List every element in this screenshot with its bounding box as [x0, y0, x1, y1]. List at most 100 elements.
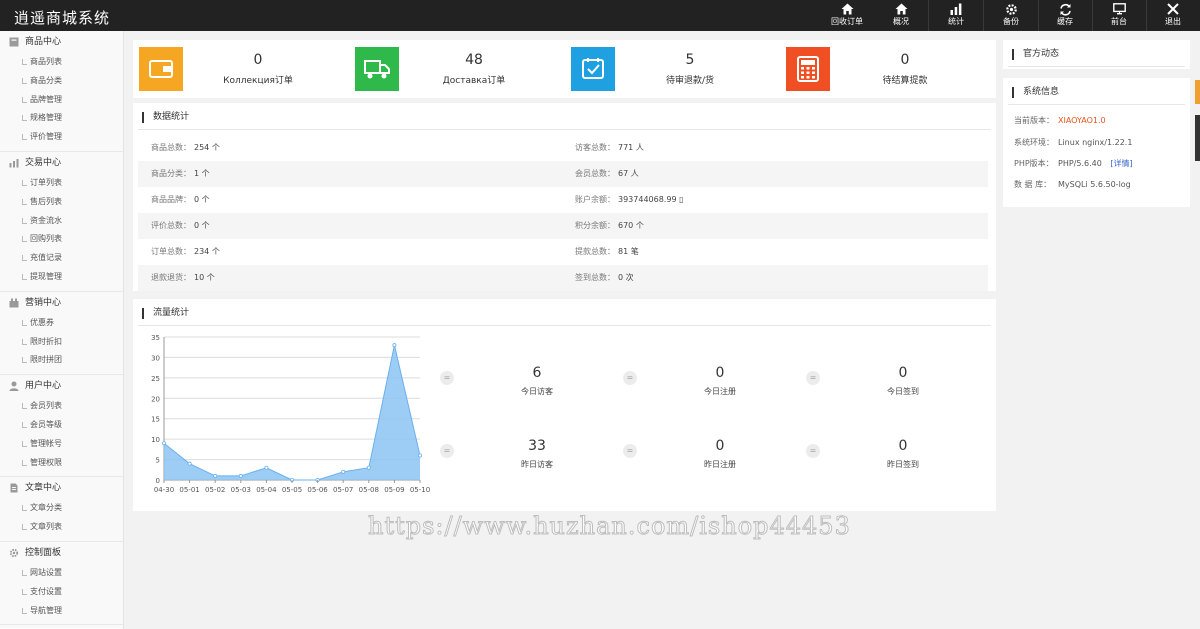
stats-value: 0 次 [618, 273, 634, 282]
data-point [213, 473, 218, 478]
y-tick-label: 0 [156, 477, 160, 485]
stats-value: 254 个 [194, 143, 220, 152]
sidebar-item-group-buy[interactable]: 限时拼团 [0, 351, 123, 370]
traffic-chart: 0 5 10 15 20 25 30 35 04-30 05-01 05-02 05-03 05-04 0… [151, 334, 430, 494]
data-point [392, 343, 397, 348]
kpi-icon-box [786, 47, 830, 91]
info-version: 当前版本： XIAOYAO1.0 [1014, 116, 1106, 125]
watermark: https://www.huzhan.com/ishop44453 [368, 512, 851, 541]
kpi-label: 待审退款/货 [665, 76, 715, 86]
stats-cell: 会员总数： 67 人 [575, 161, 639, 187]
sidebar-item-admin-accounts[interactable]: 管理帐号 [0, 435, 123, 454]
recycle-orders-button[interactable]: 回收订单 [826, 0, 868, 31]
php-details-link[interactable]: [详情] [1110, 159, 1132, 168]
overview-button[interactable]: 概况 [881, 0, 921, 31]
sidebar-item-article-list[interactable]: 文章列表 [0, 518, 123, 537]
x-tick-label: 05-08 [359, 486, 379, 494]
sidebar-item-brand[interactable]: 品牌管理 [0, 91, 123, 110]
sidebar-item-orders[interactable]: 订单列表 [0, 174, 123, 193]
sidebar-item-goods-list[interactable]: 商品列表 [0, 53, 123, 72]
sidebar-item-funds[interactable]: 资金流水 [0, 212, 123, 231]
stats-label: 访客总数： [575, 143, 615, 152]
y-tick-label: 35 [151, 334, 160, 342]
stats-label: 会员总数： [575, 169, 615, 178]
sidebar-item-payment-settings[interactable]: 支付设置 [0, 583, 123, 602]
sidebar-item-members[interactable]: 会员列表 [0, 397, 123, 416]
data-point [417, 453, 422, 458]
backup-button[interactable]: 备份 [991, 0, 1031, 31]
statistics-button[interactable]: 统计 [936, 0, 976, 31]
truck-icon [364, 60, 390, 79]
stats-cell: 签到总数： 0 次 [575, 265, 634, 291]
traffic-card: 流量统计 0 5 10 15 20 25 30 35 04-30 05-01 05-02 05-03 0… [133, 299, 996, 511]
stat-label: 今日签到 [887, 387, 919, 396]
sidebar-item-aftersale[interactable]: 售后列表 [0, 193, 123, 212]
check-box-icon [582, 58, 604, 79]
info-php: PHP版本： PHP/5.6.40 [详情] [1014, 159, 1133, 168]
kpi-icon-box [355, 47, 399, 91]
section-title: 系统信息 [1012, 87, 1059, 98]
sidebar: 商品中心 商品列表 商品分类 品牌管理 规格管理 评价管理 交易中心 订单列表 … [0, 31, 124, 629]
data-point [238, 473, 243, 478]
sidebar-group-header[interactable]: 商品中心 [0, 31, 123, 53]
x-tick-label: 05-04 [256, 486, 277, 494]
sidebar-item-goods-category[interactable]: 商品分类 [0, 72, 123, 91]
x-tick-label: 05-01 [179, 486, 199, 494]
kpi-delivery-orders[interactable]: 48 Доставка订单 [349, 47, 549, 91]
stat-today-registers: = 0 今日注册 [623, 365, 803, 405]
sidebar-group-header[interactable]: 文章中心 [0, 477, 123, 499]
sidebar-item-review[interactable]: 评价管理 [0, 128, 123, 147]
stat-label: 昨日注册 [704, 460, 736, 469]
cache-button[interactable]: 缓存 [1045, 0, 1085, 31]
sidebar-group-header[interactable]: 营销中心 [0, 292, 123, 314]
stats-row: 订单总数： 234 个 提款总数： 81 笔 [138, 239, 988, 265]
stats-label: 商品总数： [151, 143, 191, 152]
side-tab-dark[interactable] [1195, 115, 1200, 161]
app-title: 逍遥商城系统 [14, 9, 111, 27]
kpi-pending-settlement[interactable]: 0 待结算提款 [780, 47, 980, 91]
kpi-pending-refunds[interactable]: 5 待审退款/货 [565, 47, 765, 91]
sidebar-item-buyback[interactable]: 回购列表 [0, 230, 123, 249]
stats-cell: 订单总数： 234 个 [151, 239, 220, 265]
sidebar-item-spec[interactable]: 规格管理 [0, 109, 123, 128]
stats-row: 商品总数： 254 个 访客总数： 771 人 [138, 135, 988, 161]
stats-label: 积分余额： [575, 221, 615, 230]
stats-value: 81 笔 [618, 247, 639, 256]
info-environment: 系统环境： Linux nginx/1.22.1 [1014, 138, 1133, 147]
data-point [366, 465, 371, 470]
calculator-icon [797, 56, 819, 82]
sidebar-item-nav-manage[interactable]: 导航管理 [0, 602, 123, 621]
sidebar-item-withdraw[interactable]: 提现管理 [0, 268, 123, 287]
sidebar-group-header[interactable]: 交易中心 [0, 152, 123, 174]
data-point [341, 469, 346, 474]
bar-chart-icon [9, 158, 19, 168]
sidebar-item-site-settings[interactable]: 网站设置 [0, 564, 123, 583]
sidebar-item-discount[interactable]: 限时折扣 [0, 333, 123, 352]
box-icon [9, 37, 19, 47]
frontend-button[interactable]: 前台 [1099, 0, 1139, 31]
bar-chart-icon [936, 0, 976, 17]
stat-value: 33 [528, 438, 546, 454]
stats-value: 670 个 [618, 221, 644, 230]
stats-value: 10 个 [194, 273, 215, 282]
sidebar-item-permissions[interactable]: 管理权限 [0, 454, 123, 473]
x-tick-label: 05-06 [307, 486, 328, 494]
side-tab-orange[interactable] [1195, 80, 1200, 104]
sidebar-item-recharge[interactable]: 充值记录 [0, 249, 123, 268]
sidebar-item-article-category[interactable]: 文章分类 [0, 499, 123, 518]
section-title: 流量统计 [142, 308, 189, 319]
sidebar-group-header[interactable]: 用户中心 [0, 375, 123, 397]
info-database: 数 据 库： MySQLi 5.6.50-log [1014, 180, 1131, 189]
stats-label: 提款总数： [575, 247, 615, 256]
stats-row: 评价总数： 0 个 积分余额： 670 个 [138, 213, 988, 239]
kpi-collection-orders[interactable]: 0 Коллекция订单 [133, 47, 333, 91]
stats-row: 退款退货： 10 个 签到总数： 0 次 [138, 265, 988, 291]
y-tick-label: 5 [156, 457, 160, 465]
stat-value: 6 [532, 365, 542, 381]
sidebar-item-coupon[interactable]: 优惠券 [0, 314, 123, 333]
kpi-label: Коллекция订单 [223, 76, 293, 86]
sidebar-group-header[interactable]: 控制面板 [0, 542, 123, 564]
stat-today-signins: = 0 今日签到 [806, 365, 986, 405]
logout-button[interactable]: 退出 [1153, 0, 1193, 31]
sidebar-item-member-level[interactable]: 会员等级 [0, 416, 123, 435]
